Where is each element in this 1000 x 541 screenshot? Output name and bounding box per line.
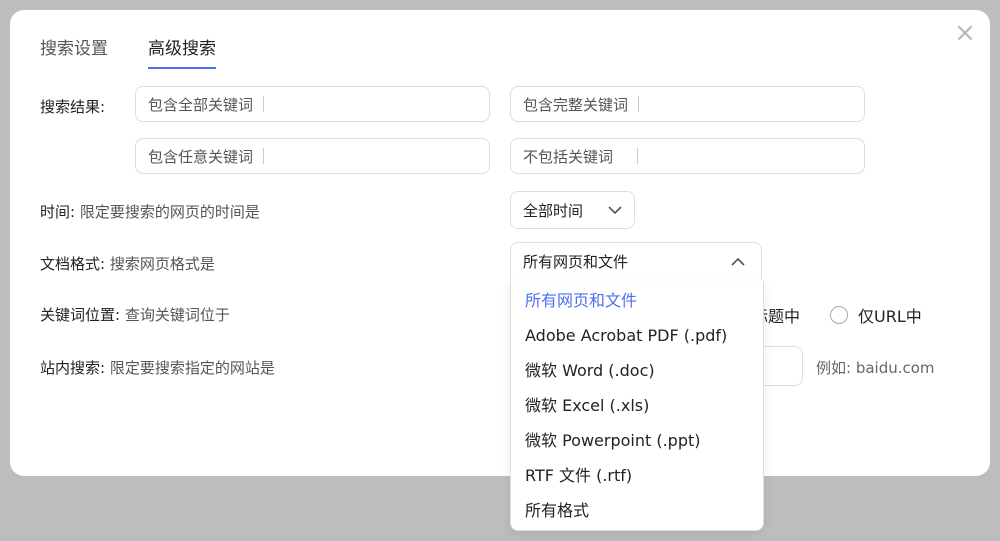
format-option-all-pages[interactable]: 所有网页和文件	[511, 283, 763, 318]
format-option-xls[interactable]: 微软 Excel (.xls)	[511, 388, 763, 423]
format-select-value: 所有网页和文件	[523, 253, 629, 271]
exclude-keywords-input[interactable]: 不包括关键词	[510, 138, 865, 174]
format-option-rtf[interactable]: RTF 文件 (.rtf)	[511, 458, 763, 493]
tab-advanced-search[interactable]: 高级搜索	[148, 34, 216, 69]
exact-phrase-input[interactable]: 包含完整关键词	[510, 86, 865, 122]
keyword-position-label-title: 关键词位置:	[40, 306, 121, 324]
keyword-position-options: 标题中 仅URL中	[752, 303, 922, 327]
text-cursor	[263, 148, 265, 164]
format-option-all-formats[interactable]: 所有格式	[511, 493, 763, 528]
format-option-pdf[interactable]: Adobe Acrobat PDF (.pdf)	[511, 318, 763, 353]
keyword-position-label: 关键词位置: 查询关键词位于	[40, 304, 230, 325]
text-cursor	[637, 148, 639, 164]
format-label-title: 文档格式:	[40, 255, 106, 273]
url-only-radio[interactable]	[830, 306, 849, 324]
format-dropdown-menu: 所有网页和文件 Adobe Acrobat PDF (.pdf) 微软 Word…	[510, 281, 764, 531]
site-search-label-title: 站内搜索:	[40, 359, 106, 377]
search-results-label: 搜索结果:	[40, 98, 106, 116]
url-only-label: 仅URL中	[858, 307, 922, 326]
exclude-keywords-placeholder: 不包括关键词	[523, 147, 614, 166]
format-option-doc[interactable]: 微软 Word (.doc)	[511, 353, 763, 388]
exact-phrase-placeholder: 包含完整关键词	[523, 95, 629, 114]
text-cursor	[638, 96, 640, 112]
format-option-ppt[interactable]: 微软 Powerpoint (.ppt)	[511, 423, 763, 458]
site-search-label-desc: 限定要搜索指定的网站是	[109, 359, 275, 377]
any-keywords-input[interactable]: 包含任意关键词	[135, 138, 490, 174]
chevron-down-icon	[608, 206, 622, 215]
chevron-up-icon	[731, 257, 745, 266]
text-cursor	[263, 96, 265, 112]
site-search-label: 站内搜索: 限定要搜索指定的网站是	[40, 357, 275, 378]
all-keywords-placeholder: 包含全部关键词	[148, 95, 254, 114]
format-select[interactable]: 所有网页和文件	[510, 242, 762, 280]
site-search-example: 例如: baidu.com	[816, 359, 935, 377]
keyword-position-label-desc: 查询关键词位于	[124, 306, 230, 324]
time-label-desc: 限定要搜索的网页的时间是	[79, 203, 260, 221]
time-label-title: 时间:	[40, 203, 76, 221]
advanced-search-dialog: × 搜索设置 高级搜索 搜索结果: 包含全部关键词 包含完整关键词 包含任意关键…	[10, 10, 990, 476]
tab-search-settings[interactable]: 搜索设置	[40, 34, 108, 69]
any-keywords-placeholder: 包含任意关键词	[148, 147, 254, 166]
format-label-desc: 搜索网页格式是	[109, 255, 215, 273]
all-keywords-input[interactable]: 包含全部关键词	[135, 86, 490, 122]
close-icon[interactable]: ×	[954, 20, 976, 46]
time-select[interactable]: 全部时间	[510, 191, 635, 229]
format-label: 文档格式: 搜索网页格式是	[40, 253, 215, 274]
time-label: 时间: 限定要搜索的网页的时间是	[40, 201, 260, 222]
tab-bar: 搜索设置 高级搜索	[40, 34, 216, 69]
time-select-value: 全部时间	[523, 201, 584, 220]
